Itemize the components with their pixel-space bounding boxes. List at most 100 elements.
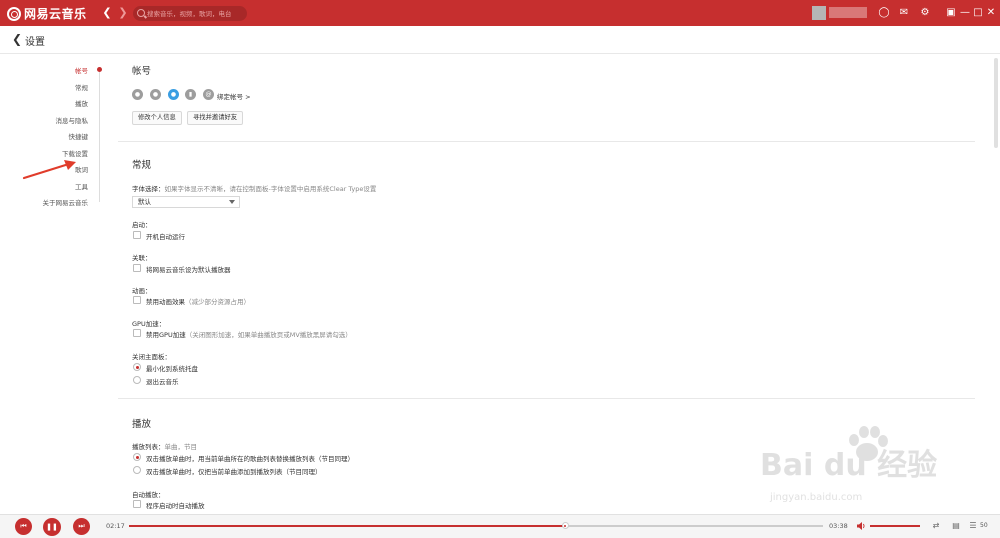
gear-icon[interactable]: ⚙ (918, 6, 932, 20)
font-hint: 如果字体显示不清晰，请在控制面板-字体设置中启用系统Clear Type设置 (164, 185, 377, 193)
playlist-hint: 单曲，节目 (164, 443, 198, 451)
qq-icon[interactable]: ● (168, 89, 179, 100)
lyrics-icon[interactable]: ▤ (950, 520, 962, 532)
volume-icon[interactable] (856, 521, 866, 531)
playlist-count: 50 (980, 522, 988, 529)
close-icon[interactable]: ✕ (984, 6, 998, 20)
gpu-hint: （关闭图形加速，如果单曲播放页或MV播放黑屏请勾选） (185, 331, 352, 339)
nav-item-general[interactable]: 常规 (75, 82, 88, 92)
app-logo[interactable]: 网易云音乐 (7, 5, 87, 22)
shuffle-icon[interactable]: ⇄ (930, 520, 942, 532)
nav-item-about[interactable]: 关于网易云音乐 (43, 197, 89, 207)
baidu-jingyan-watermark: Bai du 经验 jingyan.baidu.com (760, 426, 980, 514)
volume-fill (870, 525, 920, 527)
bind-account-link[interactable]: 绑定帐号 > (217, 91, 251, 101)
scrollbar[interactable] (994, 58, 998, 148)
playlist-replace-radio[interactable] (133, 453, 141, 461)
search-icon (137, 9, 145, 17)
netease-mail-icon[interactable]: @ (203, 89, 214, 100)
font-setting-label: 字体选择：如果字体显示不清晰，请在控制面板-字体设置中启用系统Clear Typ… (132, 183, 376, 193)
font-select-value: 默认 (138, 198, 151, 206)
weibo-icon[interactable]: ● (132, 89, 143, 100)
nav-item-tools[interactable]: 工具 (75, 181, 88, 191)
current-time: 02:17 (106, 522, 125, 530)
mail-icon[interactable]: ✉ (897, 6, 911, 20)
nav-item-playback[interactable]: 播放 (75, 98, 88, 108)
page-header: ❮ 设置 (0, 26, 1000, 54)
close-exit-radio[interactable] (133, 376, 141, 384)
close-minimize-label: 最小化到系统托盘 (146, 365, 198, 373)
nav-line (99, 72, 100, 202)
animation-option-label: 禁用动画效果 (146, 298, 185, 306)
watermark-url: jingyan.baidu.com (770, 492, 863, 503)
app-logo-text: 网易云音乐 (24, 7, 87, 21)
minimize-icon[interactable]: — (958, 6, 972, 20)
playlist-label: 播放列表： (132, 443, 165, 451)
gpu-label: GPU加速： (132, 320, 166, 328)
playlist-replace-label: 双击播放单曲时，用当前单曲所在的歌曲列表替换播放列表（节目同理） (146, 455, 354, 463)
avatar[interactable] (812, 6, 826, 20)
close-minimize-radio[interactable] (133, 363, 141, 371)
section-divider (118, 141, 975, 142)
username[interactable] (829, 7, 867, 18)
nav-item-download[interactable]: 下载设置 (62, 148, 88, 158)
mini-mode-icon[interactable]: ▣ (944, 6, 958, 20)
section-title-general: 常规 (132, 160, 152, 171)
app-window: 网易云音乐 ❮ ❯ ◯ ✉ ⚙ ▣ — □ ✕ ❮ 设置 帐号 常规 播放 消息… (0, 0, 1000, 538)
association-label: 关联： (132, 254, 152, 262)
startup-option-label: 开机自动运行 (146, 233, 185, 241)
skin-icon[interactable]: ◯ (877, 6, 891, 20)
association-checkbox[interactable] (133, 264, 141, 272)
title-bar: 网易云音乐 ❮ ❯ ◯ ✉ ⚙ ▣ — □ ✕ (0, 0, 1000, 26)
animation-hint: （减少部分资源占用） (185, 298, 250, 306)
annotation-arrow-icon (22, 160, 76, 180)
next-track-icon[interactable]: ⏭ (73, 518, 90, 535)
autoplay-label: 自动播放： (132, 491, 165, 499)
section-divider (118, 398, 975, 399)
animation-label: 动画： (132, 287, 152, 295)
playlist-add-radio[interactable] (133, 466, 141, 474)
edit-profile-button[interactable]: 修改个人信息 (132, 111, 182, 125)
close-exit-label: 退出云音乐 (146, 378, 179, 386)
startup-label: 启动： (132, 221, 152, 229)
invite-friends-button[interactable]: 寻找并邀请好友 (187, 111, 244, 125)
animation-option: 禁用动画效果（减少部分资源占用） (146, 296, 250, 306)
player-bar: ⏮ ❚❚ ⏭ 02:17 03:38 ⇄ ▤ ☰ 50 (0, 514, 1000, 538)
progress-knob[interactable] (561, 522, 569, 529)
chevron-left-icon[interactable]: ❮ (12, 32, 22, 46)
association-option-label: 将网易云音乐设为默认播放器 (146, 266, 231, 274)
gpu-checkbox[interactable] (133, 329, 141, 337)
playlist-add-label: 双击播放单曲时，仅把当前单曲添加到播放列表（节目同理） (146, 468, 322, 476)
wechat-icon[interactable]: ● (150, 89, 161, 100)
active-nav-indicator (97, 67, 102, 72)
nav-item-hotkeys[interactable]: 快捷键 (69, 131, 89, 141)
font-select[interactable]: 默认 (132, 196, 240, 208)
volume-slider[interactable] (870, 525, 920, 527)
playlist-setting-label: 播放列表：单曲，节目 (132, 441, 197, 451)
progress-bar[interactable] (129, 522, 823, 529)
autoplay-option-label: 程序启动时自动播放 (146, 502, 205, 510)
nav-item-privacy[interactable]: 消息与隐私 (56, 115, 89, 125)
netease-logo-icon (7, 6, 21, 21)
close-panel-label: 关闭主面板： (132, 353, 171, 361)
watermark-text: Bai du 经验 (760, 448, 938, 483)
search-input[interactable] (147, 7, 243, 20)
gpu-option: 禁用GPU加速（关闭图形加速，如果单曲播放页或MV播放黑屏请勾选） (146, 329, 352, 339)
phone-icon[interactable]: ▮ (185, 89, 196, 100)
settings-nav: 帐号 常规 播放 消息与隐私 快捷键 下载设置 歌词 工具 关于网易云音乐 (0, 54, 108, 514)
animation-checkbox[interactable] (133, 296, 141, 304)
font-label: 字体选择： (132, 185, 165, 193)
back-arrow-icon[interactable]: ❮ (100, 6, 114, 20)
gpu-option-label: 禁用GPU加速 (146, 331, 186, 339)
nav-item-account[interactable]: 帐号 (75, 65, 88, 75)
pause-icon[interactable]: ❚❚ (43, 518, 61, 536)
previous-track-icon[interactable]: ⏮ (15, 518, 32, 535)
playlist-icon[interactable]: ☰ (967, 520, 979, 532)
search-box[interactable] (133, 6, 247, 21)
autoplay-checkbox[interactable] (133, 500, 141, 508)
forward-arrow-icon[interactable]: ❯ (116, 6, 130, 20)
startup-checkbox[interactable] (133, 231, 141, 239)
maximize-icon[interactable]: □ (971, 6, 985, 20)
chevron-down-icon (229, 200, 235, 204)
total-time: 03:38 (829, 522, 848, 530)
